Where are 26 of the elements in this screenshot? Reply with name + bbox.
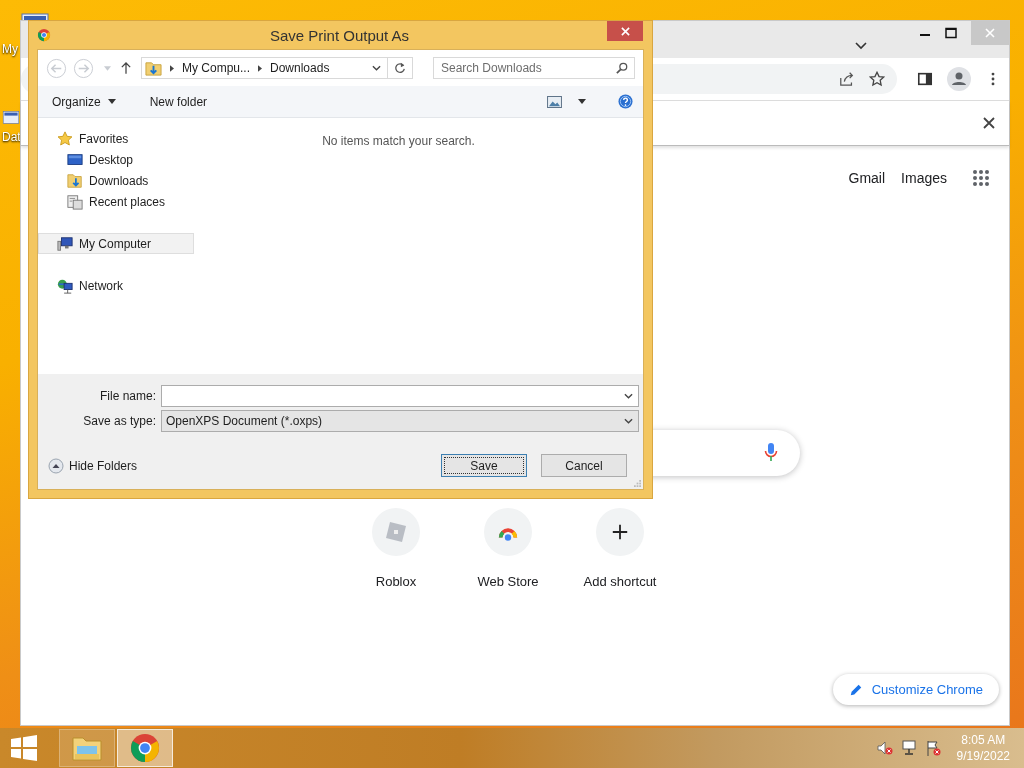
customize-chrome-button[interactable]: Customize Chrome — [832, 674, 999, 705]
address-field[interactable]: My Compu... Downloads — [141, 57, 413, 79]
dialog-title: Save Print Output As — [268, 26, 411, 44]
dialog-button[interactable]: Cancel — [541, 454, 627, 477]
header-link[interactable]: Gmail — [848, 170, 886, 186]
file-type-dropdown[interactable]: OpenXPS Document (*.oxps) — [161, 410, 639, 432]
breadcrumb-item[interactable]: Downloads — [270, 61, 330, 75]
dialog-button[interactable]: Save — [441, 454, 527, 477]
navigation-item[interactable]: My Computer — [38, 233, 194, 254]
shortcut-label: Add shortcut — [583, 574, 657, 589]
empty-message: No items match your search. — [322, 134, 475, 150]
field-label: Save as type: — [82, 414, 156, 428]
toolbar-command[interactable]: Organize — [46, 90, 122, 113]
hide-folders-button[interactable]: Hide Folders — [48, 457, 138, 474]
search-field[interactable]: Search Downloads — [433, 57, 635, 79]
header-link[interactable]: Images — [901, 170, 947, 186]
field-label: File name: — [98, 389, 156, 403]
navigation-item[interactable]: Favorites — [38, 128, 194, 149]
shortcut-label: Web Store — [477, 574, 539, 589]
navigation-item[interactable]: Downloads — [38, 170, 194, 191]
shortcut-label: Roblox — [375, 574, 417, 589]
navigation-item[interactable]: Network — [38, 275, 194, 296]
breadcrumb-item[interactable]: My Compu... — [182, 61, 250, 75]
navigation-item[interactable]: Recent places — [38, 191, 194, 212]
toolbar-command[interactable]: New folder — [143, 90, 214, 113]
navigation-item[interactable]: Desktop — [38, 149, 194, 170]
